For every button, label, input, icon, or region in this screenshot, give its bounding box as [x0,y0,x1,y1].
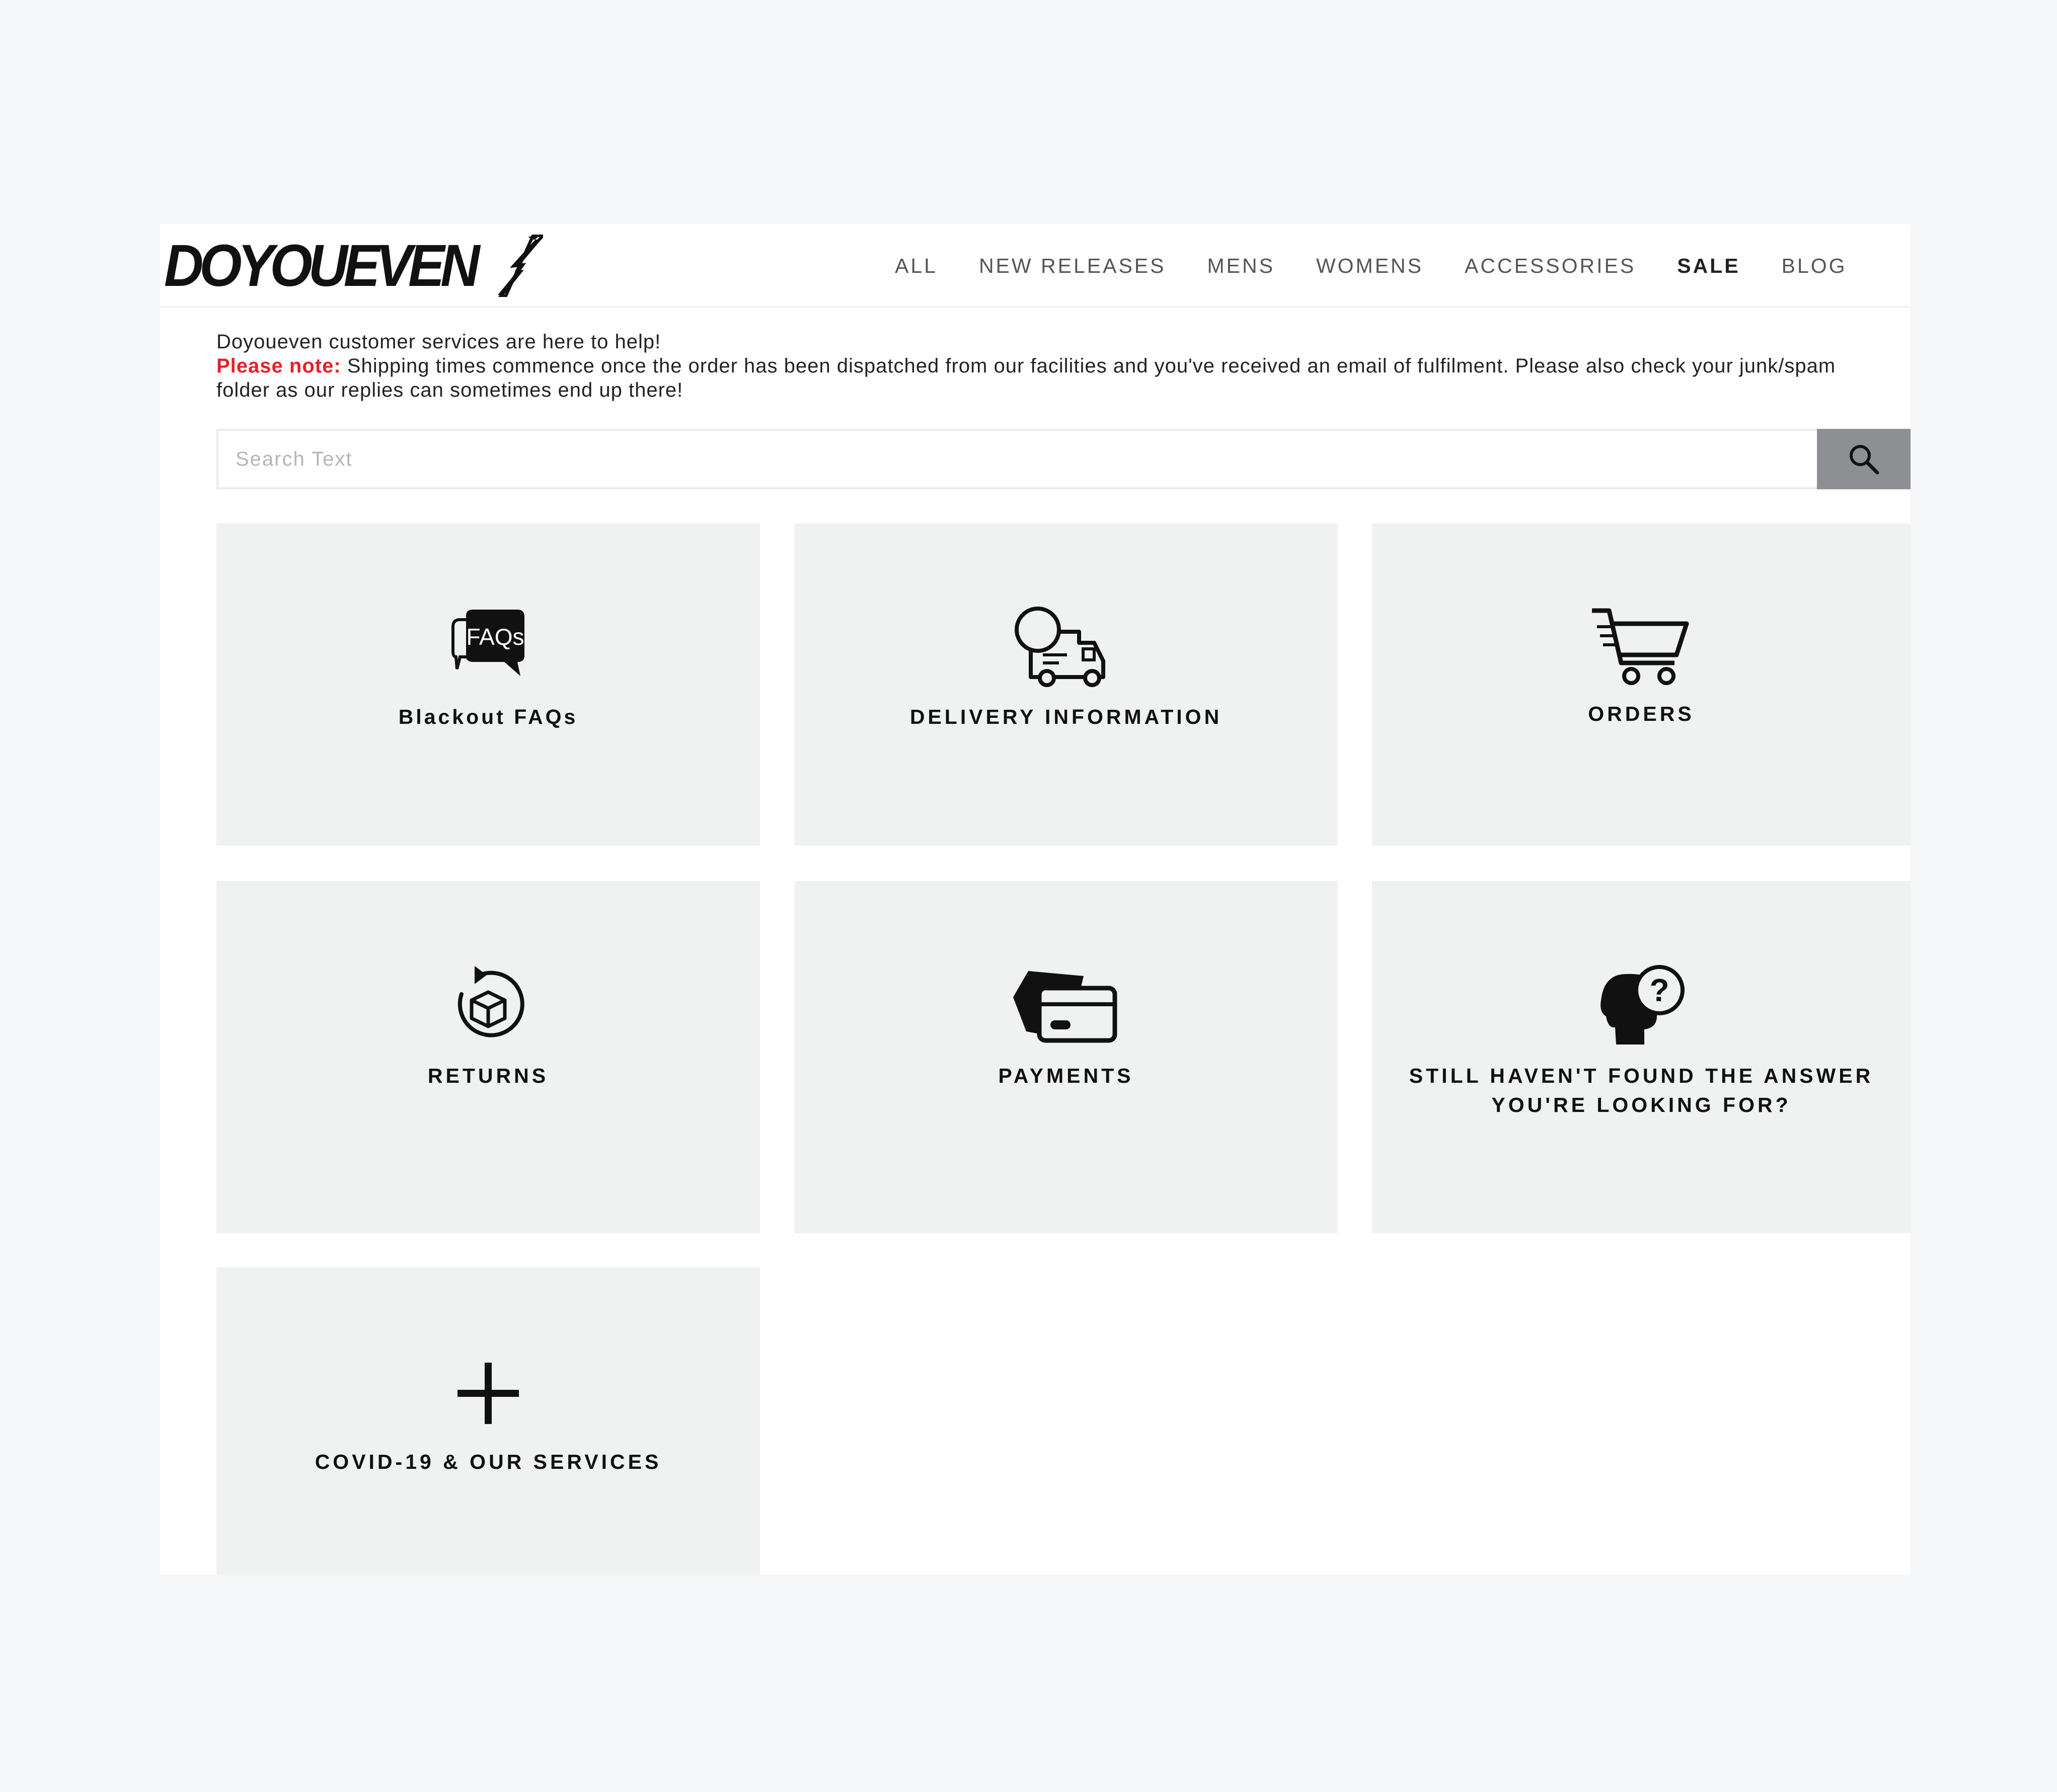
tile-label: DELIVERY INFORMATION [909,705,1223,728]
search-input[interactable] [216,429,1817,489]
tile-blackout-faqs[interactable]: FAQs Blackout FAQs [216,524,760,846]
delivery-truck-icon [1015,607,1105,687]
brand-logo-text: DOYOUEVEN [164,233,480,299]
tile-payments[interactable]: PAYMENTS [794,881,1338,1233]
nav-item-all[interactable]: ALL [895,254,938,278]
lightning-bolt-icon [498,235,544,297]
search-button[interactable] [1817,429,1911,489]
search-icon [1850,445,1879,475]
tile-label: COVID-19 & OUR SERVICES [315,1450,662,1473]
nav-item-mens[interactable]: MENS [1207,254,1275,278]
nav-item-blog[interactable]: BLOG [1782,254,1847,278]
tile-still-need-help[interactable]: ? STILL HAVEN'T FOUND THE ANSWER YOU'RE … [1372,881,1911,1233]
tile-orders[interactable]: ORDERS [1372,524,1911,846]
notice-intro: Doyoueven customer services are here to … [216,331,661,353]
nav-item-womens[interactable]: WOMENS [1316,254,1423,278]
main-nav: ALL NEW RELEASES MENS WOMENS ACCESSORIES… [895,224,1847,308]
svg-text:FAQs: FAQs [466,624,524,650]
tile-label: PAYMENTS [998,1064,1134,1087]
brand-logo[interactable]: DOYOUEVEN [164,224,544,308]
svg-text:?: ? [1649,972,1669,1008]
return-box-icon [458,966,524,1037]
tile-label: STILL HAVEN'T FOUND THE ANSWER YOU'RE LO… [1409,1064,1874,1116]
tile-label: Blackout FAQs [398,705,578,728]
nav-item-sale[interactable]: SALE [1677,254,1740,278]
page-container: DOYOUEVEN ALL NEW RELEASES MENS WOMENS A… [160,224,1911,1575]
customer-service-notice: Doyoueven customer services are here to … [216,330,1877,402]
tile-returns[interactable]: RETURNS [216,881,760,1233]
tile-covid-services[interactable]: COVID-19 & OUR SERVICES [216,1267,760,1575]
shopping-cart-icon [1592,608,1689,685]
tile-label: ORDERS [1588,702,1695,725]
credit-card-icon [1013,971,1117,1043]
tile-label: RETURNS [427,1064,549,1087]
faq-bubble-icon: FAQs [451,610,524,676]
site-header: DOYOUEVEN ALL NEW RELEASES MENS WOMENS A… [160,224,1911,308]
notice-label: Please note: [216,355,341,377]
nav-item-accessories[interactable]: ACCESSORIES [1465,254,1636,278]
head-question-icon: ? [1601,965,1685,1044]
notice-text: Shipping times commence once the order h… [216,355,1836,401]
notice-body: Please note: Shipping times commence onc… [216,354,1877,402]
search-bar [216,429,1911,489]
nav-item-new-releases[interactable]: NEW RELEASES [979,254,1166,278]
plus-icon [458,1363,519,1424]
tile-delivery-information[interactable]: DELIVERY INFORMATION [794,524,1338,846]
